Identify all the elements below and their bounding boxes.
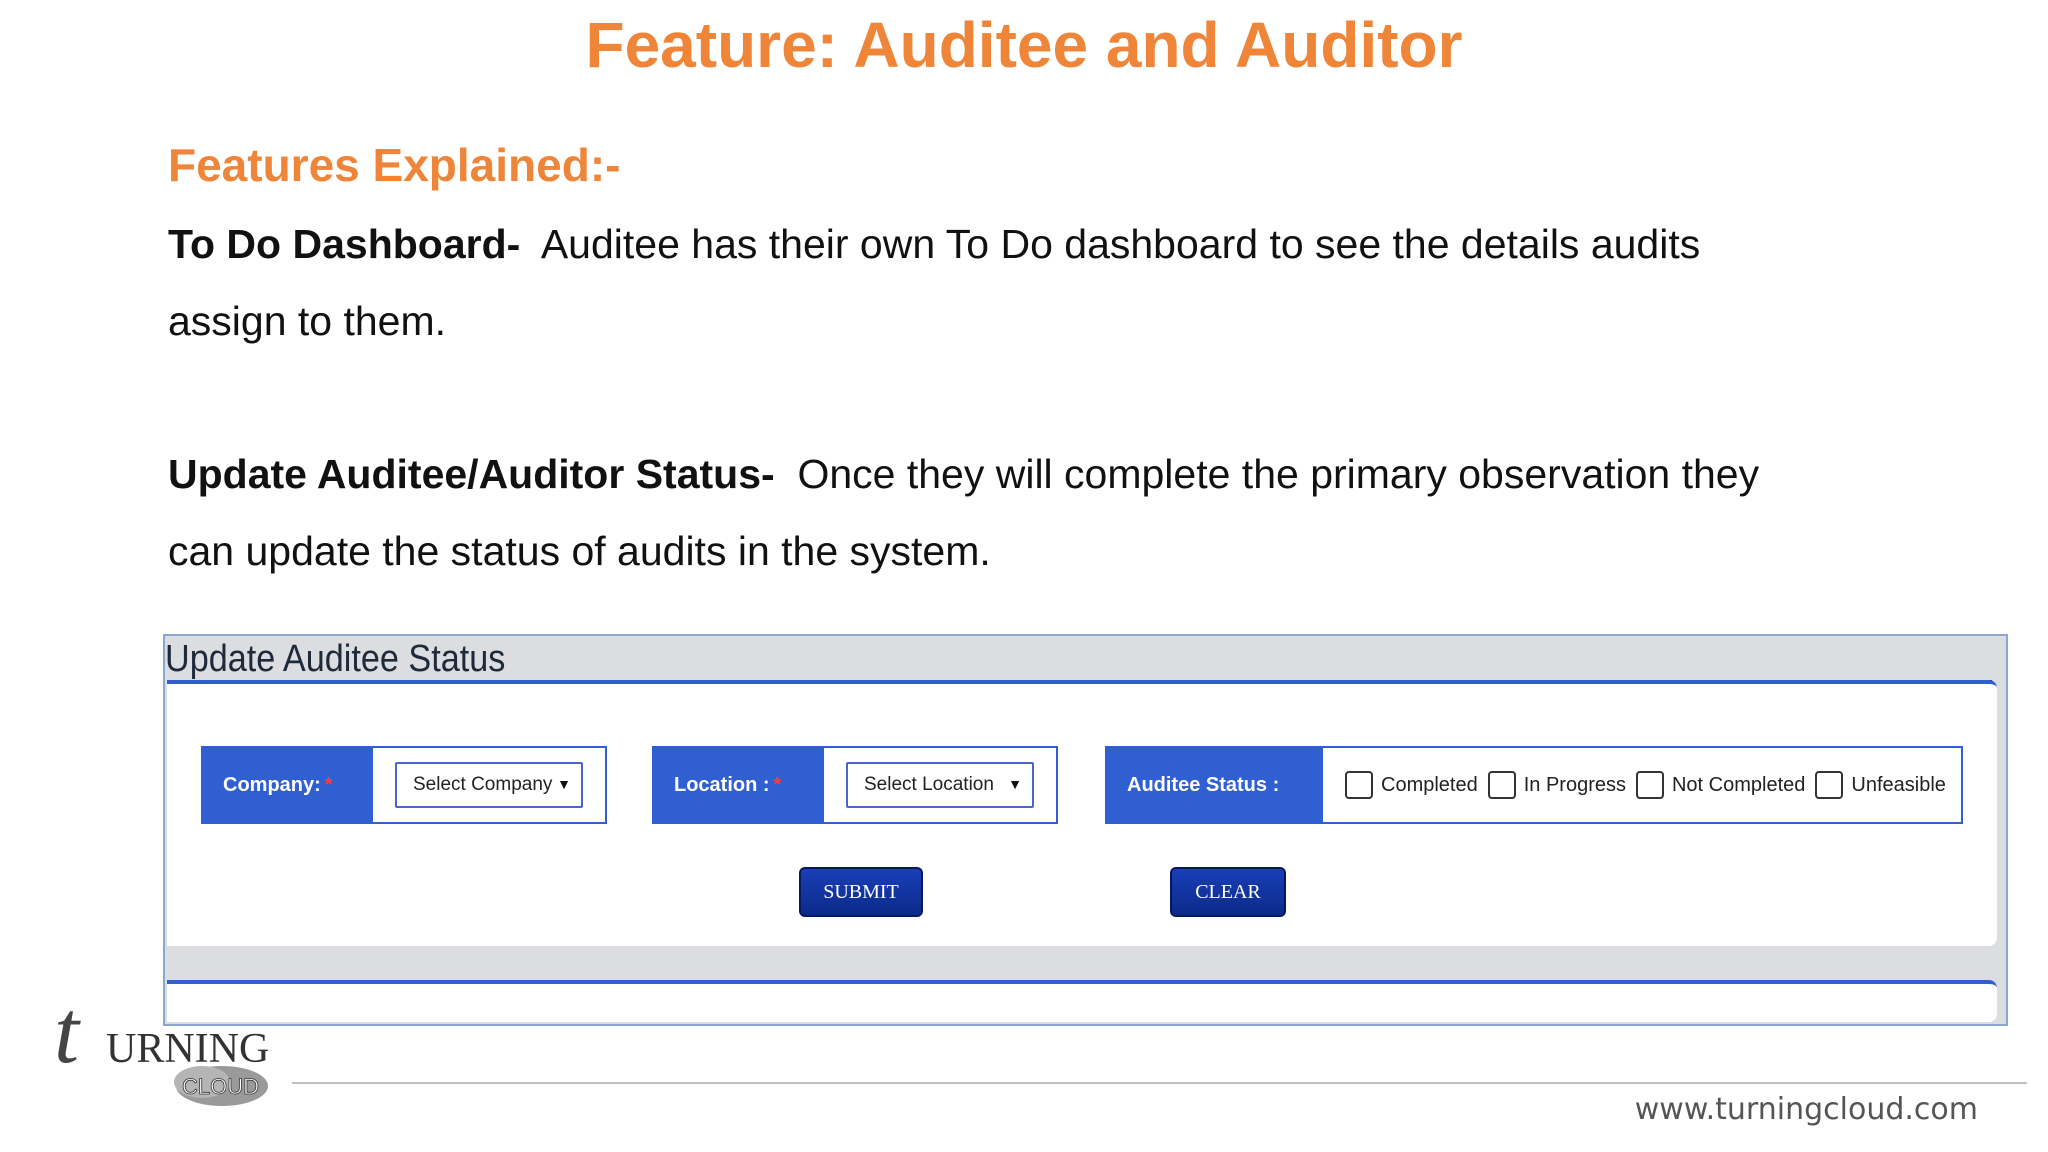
status-option-in-progress[interactable]: In Progress: [1487, 771, 1626, 799]
location-control: Select Location ▼: [824, 748, 1056, 822]
logo-text-main: URNING: [106, 1026, 269, 1072]
feature-paragraph-todo: To Do Dashboard- Auditee has their own T…: [168, 206, 1828, 360]
required-mark: *: [773, 773, 782, 796]
panel-title: Update Auditee Status: [165, 638, 506, 680]
company-field-group: Company: * Select Company ▼: [201, 746, 607, 824]
panel-footer-section: [167, 980, 1997, 1022]
panel-body: Company: * Select Company ▼ Location : *…: [167, 680, 1997, 946]
footer-url: www.turningcloud.com: [1634, 1092, 1978, 1127]
submit-button[interactable]: SUBMIT: [799, 867, 923, 917]
location-select[interactable]: Select Location ▼: [846, 762, 1034, 808]
checkbox-completed[interactable]: [1345, 771, 1373, 799]
status-option-label: In Progress: [1523, 773, 1626, 796]
location-select-value: Select Location: [864, 774, 994, 795]
turning-cloud-logo: t URNING CLOUD: [54, 990, 269, 1106]
status-option-label: Completed: [1381, 773, 1478, 796]
section-heading: Features Explained:-: [168, 139, 621, 191]
slide-title: Feature: Auditee and Auditor: [585, 9, 1463, 81]
company-control: Select Company ▼: [373, 748, 605, 822]
company-label: Company: *: [203, 748, 373, 822]
location-field-group: Location : * Select Location ▼: [652, 746, 1058, 824]
update-auditee-status-panel: Update Auditee Status Company: * Select …: [163, 634, 2008, 1026]
location-label-text: Location :: [674, 773, 770, 796]
dropdown-caret-icon: ▼: [1008, 776, 1022, 792]
logo-text-sub: CLOUD: [182, 1074, 259, 1099]
status-option-label: Unfeasible: [1851, 773, 1946, 796]
company-select-value: Select Company: [413, 774, 553, 795]
checkbox-not-completed[interactable]: [1635, 771, 1664, 799]
location-label: Location : *: [654, 748, 824, 822]
footer-divider: [292, 1082, 2027, 1084]
feature-paragraph-status: Update Auditee/Auditor Status- Once they…: [168, 436, 1828, 590]
checkbox-unfeasible[interactable]: [1815, 771, 1844, 799]
auditee-status-label-text: Auditee Status :: [1127, 773, 1280, 796]
dropdown-caret-icon: ▼: [557, 776, 571, 792]
auditee-status-options: Completed In Progress Not Completed Unfe…: [1323, 748, 1961, 822]
status-option-label: Not Completed: [1671, 773, 1806, 796]
status-option-not-completed[interactable]: Not Completed: [1635, 771, 1806, 799]
checkbox-in-progress[interactable]: [1487, 771, 1516, 799]
clear-button[interactable]: CLEAR: [1170, 867, 1286, 917]
logo-letter: t: [54, 990, 81, 1082]
company-select[interactable]: Select Company ▼: [395, 762, 583, 808]
status-option-completed[interactable]: Completed: [1345, 771, 1478, 799]
auditee-status-field-group: Auditee Status : Completed In Progress N…: [1105, 746, 1963, 824]
auditee-status-label: Auditee Status :: [1107, 748, 1323, 822]
required-mark: *: [324, 773, 333, 796]
company-label-text: Company:: [223, 773, 321, 796]
feature-term: To Do Dashboard-: [168, 221, 521, 267]
feature-term: Update Auditee/Auditor Status-: [168, 451, 775, 497]
status-option-unfeasible[interactable]: Unfeasible: [1815, 771, 1946, 799]
